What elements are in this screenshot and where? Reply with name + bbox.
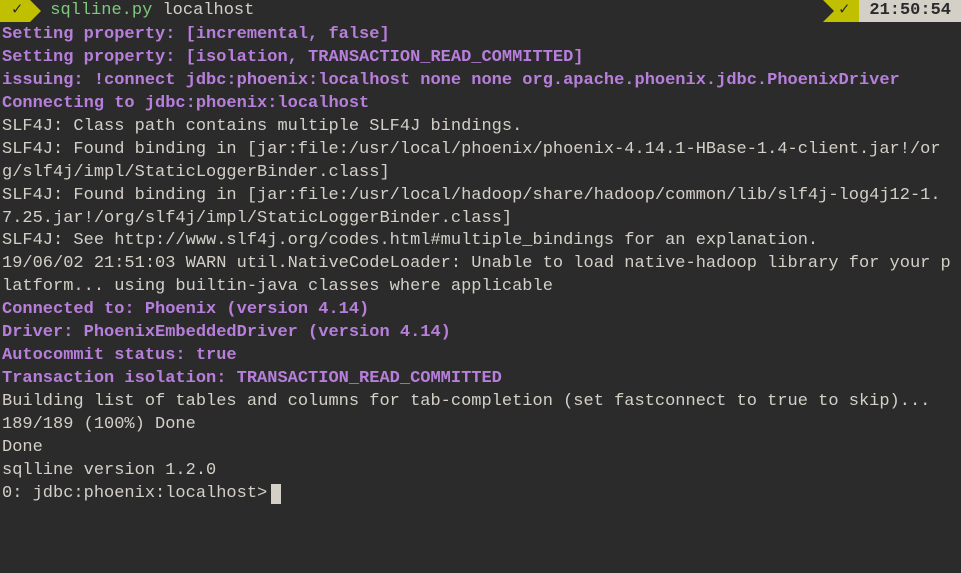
prompt-line[interactable]: 0: jdbc:phoenix:localhost> [0,483,961,506]
command-name: sqlline.py [50,0,152,22]
cursor-icon [271,484,281,504]
status-right: ✓ 21:50:54 [823,0,961,22]
terminal-line: issuing: !connect jdbc:phoenix:localhost… [0,70,961,93]
terminal-line: SLF4J: Found binding in [jar:file:/usr/l… [0,185,961,231]
terminal-line: SLF4J: Found binding in [jar:file:/usr/l… [0,139,961,185]
terminal-line: SLF4J: See http://www.slf4j.org/codes.ht… [0,230,961,253]
terminal-line: 189/189 (100%) Done [0,414,961,437]
terminal-line: Building list of tables and columns for … [0,391,961,414]
clock-time: 21:50:54 [869,0,951,22]
check-icon: ✓ [12,0,22,22]
command-text: sqlline.py localhost [30,0,254,22]
terminal-line: Transaction isolation: TRANSACTION_READ_… [0,368,961,391]
terminal-line: Autocommit status: true [0,345,961,368]
terminal-line: Connecting to jdbc:phoenix:localhost [0,93,961,116]
terminal-line: Connected to: Phoenix (version 4.14) [0,299,961,322]
sql-prompt: 0: jdbc:phoenix:localhost> [2,483,267,506]
terminal-line: Setting property: [incremental, false] [0,24,961,47]
terminal-output[interactable]: Setting property: [incremental, false]Se… [0,22,961,483]
terminal-line: SLF4J: Class path contains multiple SLF4… [0,116,961,139]
terminal-line: Setting property: [isolation, TRANSACTIO… [0,47,961,70]
terminal-line: Driver: PhoenixEmbeddedDriver (version 4… [0,322,961,345]
terminal-line: 19/06/02 21:51:03 WARN util.NativeCodeLo… [0,253,961,299]
check-icon: ✓ [839,0,849,22]
terminal-line: Done [0,437,961,460]
terminal-line: sqlline version 1.2.0 [0,460,961,483]
status-check-right: ✓ [823,0,859,22]
status-check-left: ✓ [0,0,30,22]
clock: 21:50:54 [859,0,961,22]
status-left: ✓ sqlline.py localhost [0,0,254,22]
status-bar: ✓ sqlline.py localhost ✓ 21:50:54 [0,0,961,22]
command-arg: localhost [162,0,254,22]
